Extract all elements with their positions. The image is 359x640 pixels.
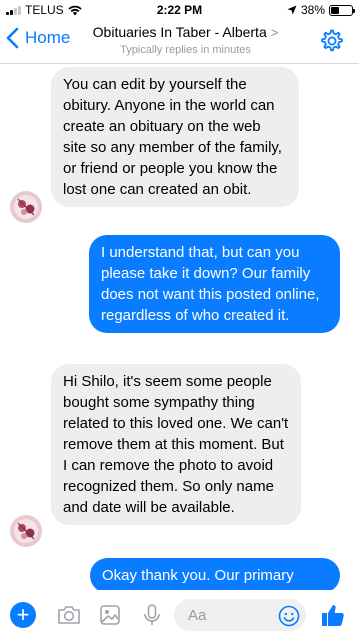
back-label: Home [25,28,71,47]
battery-percent: 38% [300,3,325,17]
message-incoming[interactable]: You can edit by yourself the obitury. An… [51,67,299,207]
plus-icon[interactable]: + [10,602,36,628]
back-button[interactable]: Home [4,27,70,49]
avatar-image [10,191,42,223]
avatar[interactable] [10,191,42,223]
conversation-header: Home Obituaries In Taber - Alberta > Typ… [0,20,359,64]
emoji-icon[interactable] [278,605,300,627]
message-thread[interactable]: You can edit by yourself the obitury. An… [0,65,359,590]
avatar[interactable] [10,515,42,547]
thumbs-up-icon[interactable] [319,601,347,629]
battery-icon [329,4,355,16]
battery-fill [331,6,339,14]
chevron-left-icon [6,27,19,49]
status-bar: TELUS 2:22 PM 38% [0,0,359,20]
location-arrow-icon [287,5,297,15]
status-right: 38% [287,3,355,17]
conversation-subtitle: Typically replies in minutes [120,44,251,56]
message-incoming[interactable]: Hi Shilo, it's seem some people bought s… [51,364,301,525]
page-title: Obituaries In Taber - Alberta [92,24,267,40]
avatar-image [10,515,42,547]
gear-icon[interactable] [319,28,345,54]
camera-icon[interactable] [56,602,82,628]
conversation-title-area[interactable]: Obituaries In Taber - Alberta > Typicall… [82,24,289,56]
photo-icon[interactable] [97,602,123,628]
message-outgoing[interactable]: Okay thank you. Our primary [90,558,340,590]
message-outgoing[interactable]: I understand that, but can you please ta… [89,235,340,333]
microphone-icon[interactable] [139,602,165,628]
message-composer: + [0,590,359,640]
conversation-title: Obituaries In Taber - Alberta > [93,24,279,40]
title-chevron-icon: > [270,24,279,40]
